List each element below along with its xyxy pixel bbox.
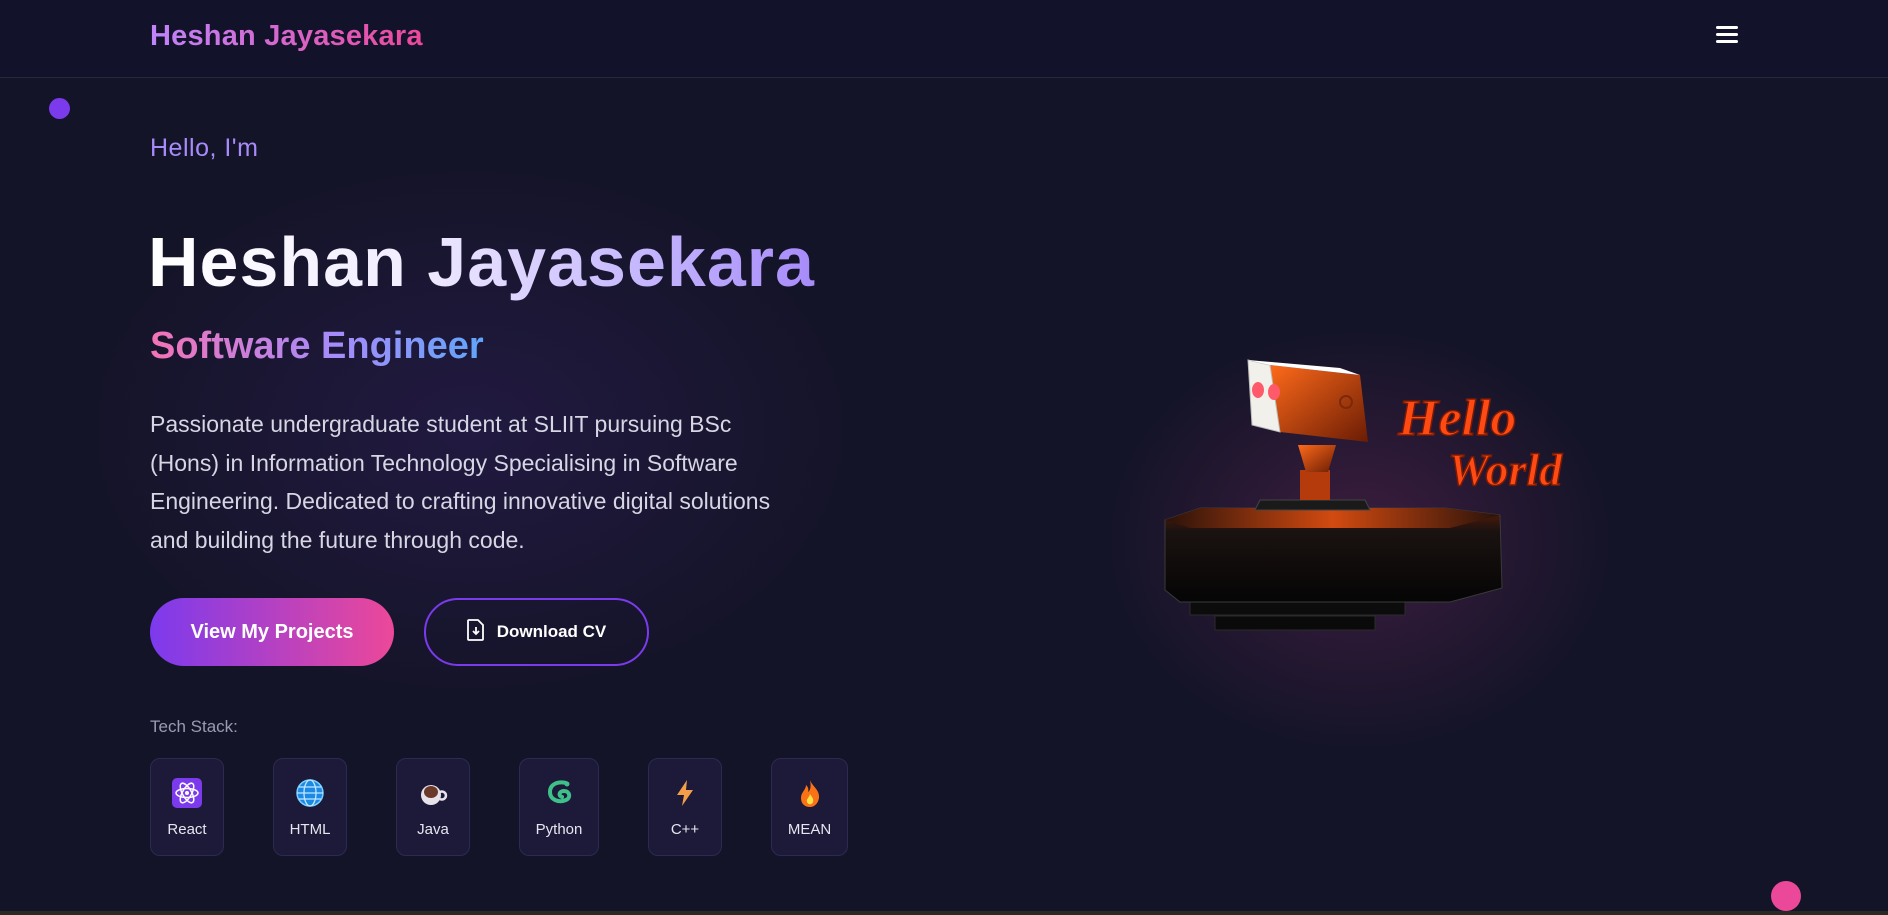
view-projects-label: View My Projects (190, 620, 354, 643)
top-navbar: Heshan Jayasekara (0, 0, 1888, 78)
tech-stack-label: Tech Stack: (150, 717, 238, 736)
tech-item-label: React (167, 821, 207, 838)
lightning-icon (669, 777, 701, 809)
tech-item-label: MEAN (787, 821, 832, 838)
tech-item-label: Java (417, 821, 449, 838)
hello-art-text: Hello (1397, 390, 1516, 447)
hero-robot-illustration: Hello World (1164, 359, 1564, 631)
tech-item-java[interactable]: Java (396, 758, 470, 856)
world-art-text: World (1448, 444, 1563, 495)
tech-item-mean[interactable]: MEAN (771, 758, 848, 856)
view-projects-button[interactable]: View My Projects (150, 598, 394, 666)
tech-item-label: C++ (670, 821, 700, 838)
fire-icon (794, 777, 826, 809)
coffee-cup-icon (417, 777, 449, 809)
tech-item-cpp[interactable]: C++ (648, 758, 722, 856)
tech-item-label: Python (535, 821, 583, 838)
brand-logo[interactable]: Heshan Jayasekara (150, 20, 423, 53)
hero-role: Software Engineer (150, 325, 484, 367)
atom-icon (171, 777, 203, 809)
hero-name: Heshan Jayasekara (148, 223, 815, 301)
tech-item-react[interactable]: React (150, 758, 224, 856)
hero-description: Passionate undergraduate student at SLII… (150, 411, 771, 553)
download-cv-label: Download CV (496, 622, 607, 641)
file-download-icon (466, 618, 485, 646)
tech-item-python[interactable]: Python (519, 758, 599, 856)
snake-icon (543, 777, 575, 809)
hamburger-menu-icon[interactable] (1712, 22, 1742, 48)
tech-item-html[interactable]: HTML (273, 758, 347, 856)
decorative-dot (49, 98, 70, 119)
scroll-to-top-dot[interactable] (1771, 881, 1801, 911)
bottom-divider (0, 911, 1888, 915)
hero-greeting: Hello, I'm (150, 134, 259, 162)
tech-item-label: HTML (289, 821, 331, 838)
globe-icon (294, 777, 326, 809)
download-cv-button[interactable]: Download CV (424, 598, 649, 666)
